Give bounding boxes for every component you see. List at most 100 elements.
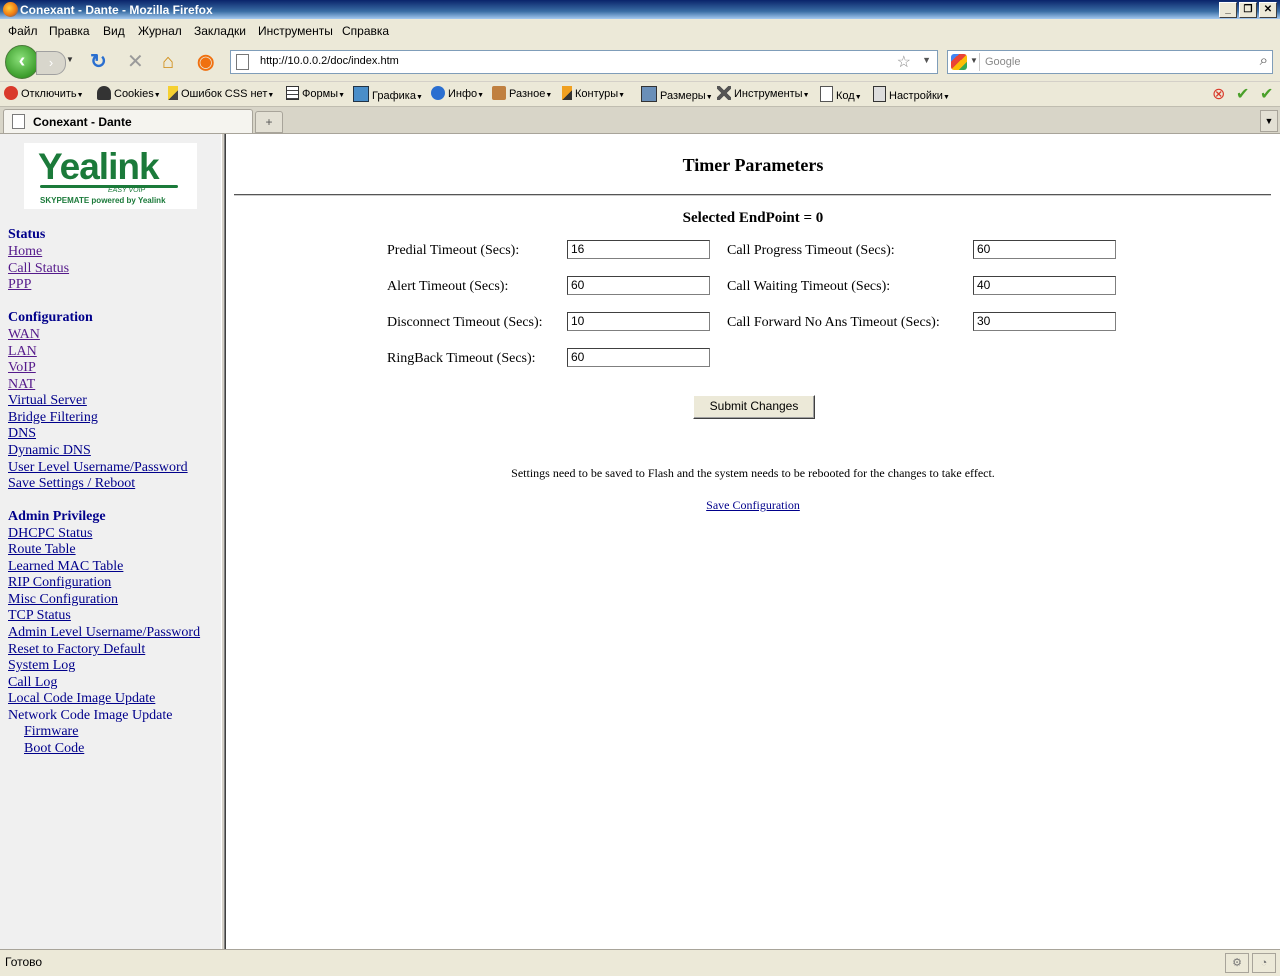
sidebar-link-system-log[interactable]: System Log xyxy=(8,658,75,674)
outline-pencil-icon xyxy=(562,86,572,100)
menu-help[interactable]: Справка xyxy=(342,24,389,38)
call-forward-timeout-input[interactable]: 30 xyxy=(973,312,1116,331)
predial-timeout-input[interactable]: 16 xyxy=(567,240,710,259)
sidebar-link-call-status[interactable]: Call Status xyxy=(8,261,69,277)
options-icon xyxy=(873,86,886,102)
dev-resize-menu[interactable]: Размеры▼ xyxy=(641,86,713,102)
sidebar-link-dynamic-dns[interactable]: Dynamic DNS xyxy=(8,443,91,459)
status-feed-icon[interactable]: ◔ xyxy=(1252,953,1276,973)
menu-bar: Файл Правка Вид Журнал Закладки Инструме… xyxy=(0,19,1280,41)
configuration-section-title: Configuration xyxy=(8,310,93,325)
sidebar-link-lan[interactable]: LAN xyxy=(8,344,37,360)
menu-edit[interactable]: Правка xyxy=(49,24,90,38)
call-waiting-timeout-input[interactable]: 40 xyxy=(973,276,1116,295)
restore-button[interactable]: ❐ xyxy=(1239,2,1257,18)
web-developer-toolbar: Отключить▼ Cookies▼ Ошибок CSS нет▼ Форм… xyxy=(0,82,1280,107)
close-button[interactable]: ✕ xyxy=(1259,2,1277,18)
search-box[interactable]: ▼ Google ⌕ xyxy=(947,50,1273,74)
menu-bookmarks[interactable]: Закладки xyxy=(194,24,246,38)
js-valid-icon[interactable]: ✔ xyxy=(1260,84,1273,104)
sidebar-link-admin-password[interactable]: Admin Level Username/Password xyxy=(8,625,200,641)
divider xyxy=(234,194,1271,196)
yealink-logo: Yealink EASY VOIP SKYPEMATE powered by Y… xyxy=(24,143,197,209)
rss-feed-icon[interactable]: ◉ xyxy=(197,51,214,73)
sidebar-link-call-log[interactable]: Call Log xyxy=(8,675,57,691)
sidebar-link-home[interactable]: Home xyxy=(8,244,42,260)
sidebar-link-user-password[interactable]: User Level Username/Password xyxy=(8,460,188,476)
sidebar-link-misc-config[interactable]: Misc Configuration xyxy=(8,592,118,608)
dev-cookies-menu[interactable]: Cookies▼ xyxy=(97,86,161,100)
new-tab-button[interactable]: + xyxy=(255,111,283,133)
sidebar-link-rip-config[interactable]: RIP Configuration xyxy=(8,575,111,591)
disconnect-timeout-input[interactable]: 10 xyxy=(567,312,710,331)
tab-title: Conexant - Dante xyxy=(33,115,132,129)
tab-active[interactable]: Conexant - Dante xyxy=(3,109,253,133)
save-configuration-link[interactable]: Save Configuration xyxy=(706,498,800,512)
sidebar-frame: Yealink EASY VOIP SKYPEMATE powered by Y… xyxy=(0,134,221,949)
sidebar-link-learned-mac[interactable]: Learned MAC Table xyxy=(8,559,123,575)
sidebar-link-tcp-status[interactable]: TCP Status xyxy=(8,608,71,624)
search-icon[interactable]: ⌕ xyxy=(1260,52,1268,69)
dev-outline-menu[interactable]: Контуры▼ xyxy=(562,86,625,100)
dev-css-menu[interactable]: Ошибок CSS нет▼ xyxy=(168,86,274,100)
forward-button[interactable]: › xyxy=(36,51,66,75)
sidebar-link-route-table[interactable]: Route Table xyxy=(8,542,76,558)
dev-misc-menu[interactable]: Разное▼ xyxy=(492,86,552,100)
sidebar-link-local-image-update[interactable]: Local Code Image Update xyxy=(8,691,155,707)
sidebar-link-dhcpc-status[interactable]: DHCPC Status xyxy=(8,526,92,542)
sidebar-link-wan[interactable]: WAN xyxy=(8,327,40,343)
url-text: http://10.0.0.2/doc/index.htm xyxy=(260,55,399,67)
sidebar-link-bridge-filtering[interactable]: Bridge Filtering xyxy=(8,410,98,426)
menu-tools[interactable]: Инструменты xyxy=(258,24,333,38)
home-icon[interactable]: ⌂ xyxy=(162,51,174,73)
menu-history[interactable]: Журнал xyxy=(138,24,182,38)
history-dropdown-icon[interactable]: ▼ xyxy=(66,55,74,64)
bookmark-star-icon[interactable]: ☆ xyxy=(897,52,911,72)
sidebar-link-voip[interactable]: VoIP xyxy=(8,360,36,376)
sidebar-link-boot-code[interactable]: Boot Code xyxy=(24,741,84,757)
menu-view[interactable]: Вид xyxy=(103,24,125,38)
sidebar-link-nat[interactable]: NAT xyxy=(8,377,35,393)
dev-info-menu[interactable]: Инфо▼ xyxy=(431,86,484,100)
tab-list-button[interactable]: ▼ xyxy=(1260,110,1278,132)
status-bar: Готово ⚙ ◔ xyxy=(0,949,1280,976)
sidebar-link-factory-reset[interactable]: Reset to Factory Default xyxy=(8,642,145,658)
dev-disable-menu[interactable]: Отключить▼ xyxy=(4,86,84,100)
dev-options-menu[interactable]: Настройки▼ xyxy=(873,86,950,102)
minimize-button[interactable]: _ xyxy=(1219,2,1237,18)
dev-source-menu[interactable]: Код▼ xyxy=(820,86,862,102)
alert-timeout-input[interactable]: 60 xyxy=(567,276,710,295)
disable-icon xyxy=(4,86,18,100)
page-content: Yealink EASY VOIP SKYPEMATE powered by Y… xyxy=(0,134,1280,949)
url-bar[interactable]: http://10.0.0.2/doc/index.htm ☆ ▼ xyxy=(230,50,938,74)
dev-forms-menu[interactable]: Формы▼ xyxy=(286,86,345,100)
sidebar-link-firmware[interactable]: Firmware xyxy=(24,724,78,740)
tab-bar: Conexant - Dante + ▼ xyxy=(0,107,1280,134)
page-icon xyxy=(12,114,25,129)
google-icon[interactable] xyxy=(951,54,967,70)
url-dropdown-icon[interactable]: ▼ xyxy=(922,55,931,65)
reload-icon[interactable]: ↻ xyxy=(90,51,107,73)
ringback-timeout-input[interactable]: 60 xyxy=(567,348,710,367)
cookies-icon xyxy=(97,86,111,100)
search-engine-dropdown-icon[interactable]: ▼ xyxy=(970,56,978,65)
sidebar-link-dns[interactable]: DNS xyxy=(8,426,36,442)
main-frame: Timer Parameters Selected EndPoint = 0 P… xyxy=(226,134,1280,949)
menu-file[interactable]: Файл xyxy=(8,24,38,38)
stop-icon[interactable]: ✕ xyxy=(127,51,144,73)
selected-endpoint: Selected EndPoint = 0 xyxy=(682,210,824,226)
errors-icon[interactable]: ⊗ xyxy=(1212,84,1225,104)
firefox-icon xyxy=(3,2,18,17)
sidebar-link-ppp[interactable]: PPP xyxy=(8,277,31,293)
status-addon-icon[interactable]: ⚙ xyxy=(1225,953,1249,973)
dev-images-menu[interactable]: Графика▼ xyxy=(353,86,423,102)
css-valid-icon[interactable]: ✔ xyxy=(1236,84,1249,104)
back-button[interactable]: ‹ xyxy=(5,45,39,79)
disconnect-timeout-label: Disconnect Timeout (Secs): xyxy=(387,315,543,330)
sidebar-link-virtual-server[interactable]: Virtual Server xyxy=(8,393,87,409)
source-icon xyxy=(820,86,833,102)
sidebar-link-save-reboot[interactable]: Save Settings / Reboot xyxy=(8,476,135,492)
submit-changes-button[interactable]: Submit Changes xyxy=(693,395,815,419)
dev-tools-menu[interactable]: Инструменты▼ xyxy=(717,86,810,100)
call-progress-timeout-input[interactable]: 60 xyxy=(973,240,1116,259)
